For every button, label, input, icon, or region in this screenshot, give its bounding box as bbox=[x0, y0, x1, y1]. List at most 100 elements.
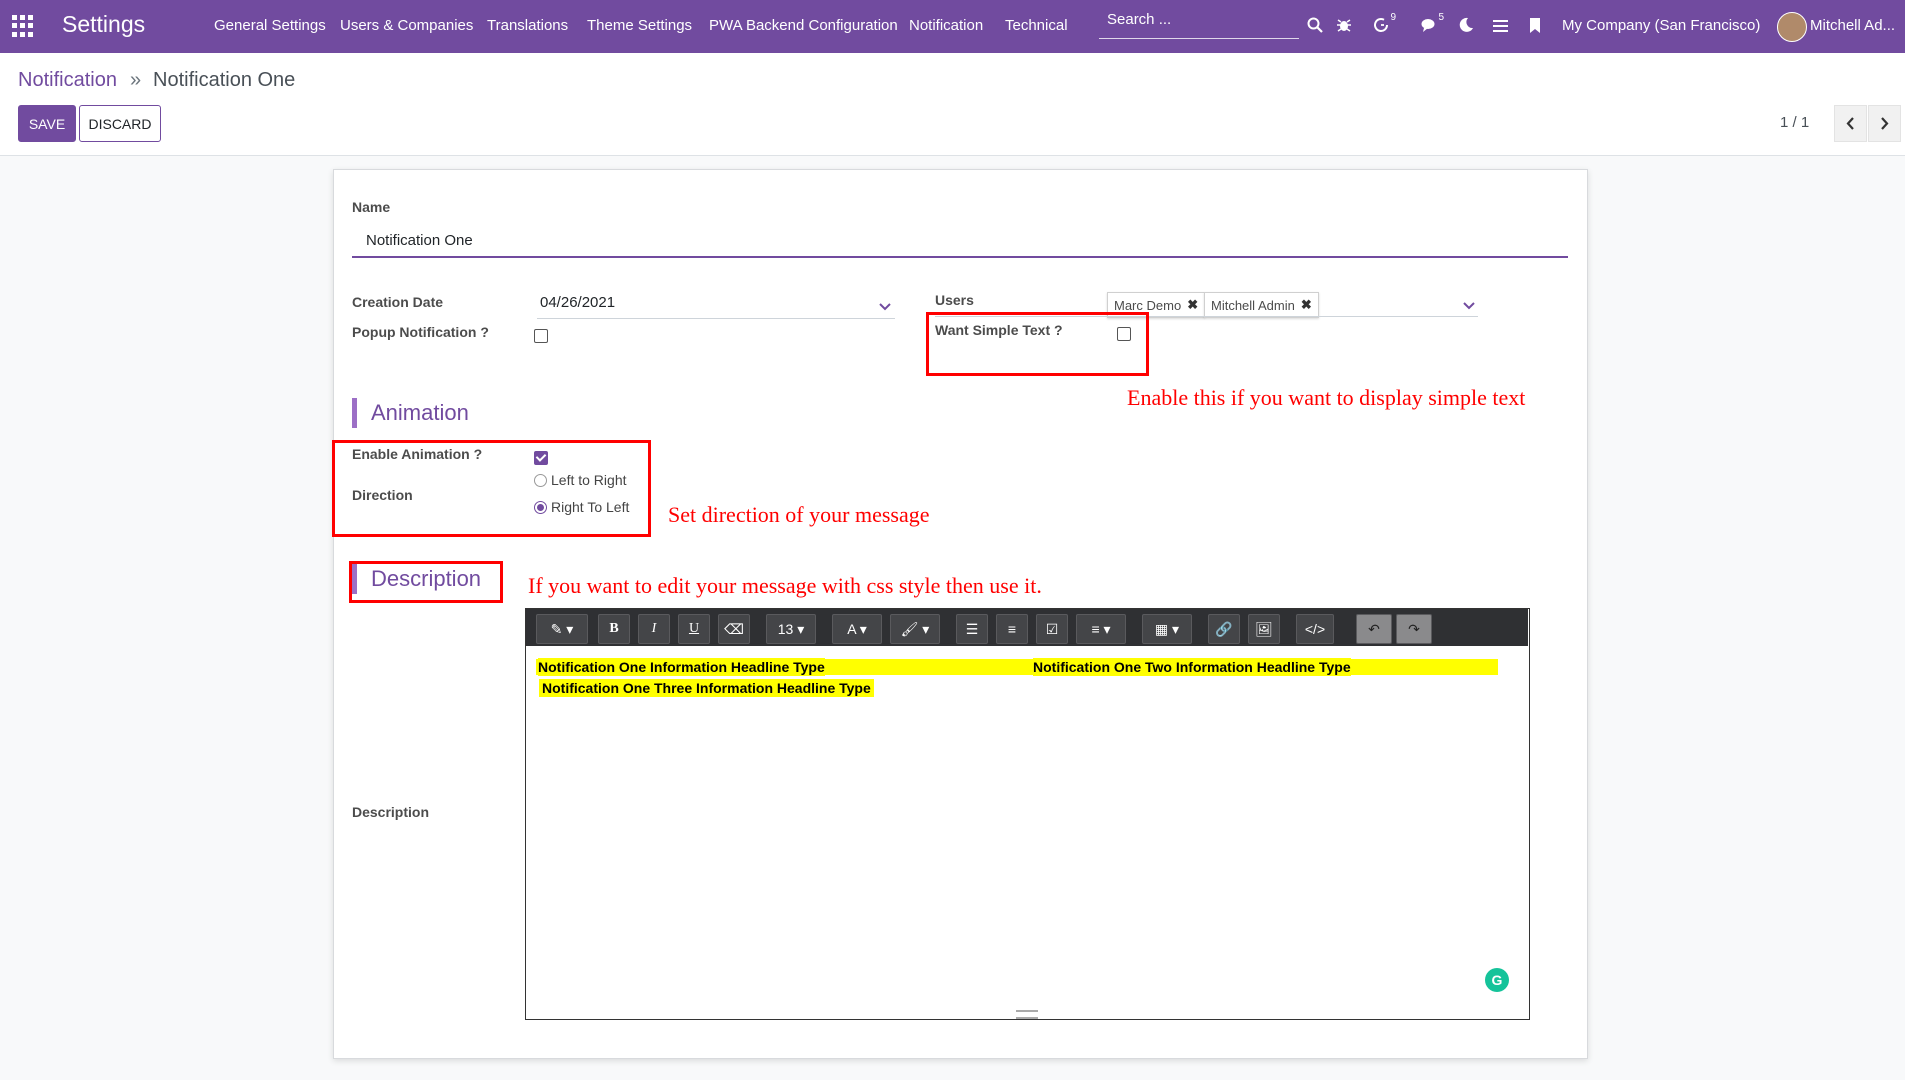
image-button[interactable]: 🖼 bbox=[1248, 614, 1280, 644]
pager-previous-button[interactable] bbox=[1834, 105, 1867, 142]
editor-content-line[interactable]: Notification One Information Headline Ty… bbox=[538, 658, 825, 676]
menu-translations[interactable]: Translations bbox=[487, 17, 568, 34]
code-icon: </> bbox=[1304, 621, 1326, 637]
name-field[interactable]: Notification One bbox=[366, 232, 473, 249]
remove-tag-icon[interactable]: ✖ bbox=[1301, 297, 1312, 313]
debug-bug-icon[interactable] bbox=[1334, 15, 1354, 35]
breadcrumb-separator: » bbox=[130, 69, 142, 91]
undo-icon: ↶ bbox=[1368, 620, 1380, 637]
animation-section-title: Animation bbox=[352, 398, 469, 428]
activity-clock-icon[interactable]: 9 bbox=[1371, 12, 1396, 35]
dark-mode-moon-icon[interactable] bbox=[1456, 15, 1476, 35]
redo-icon: ↷ bbox=[1408, 620, 1420, 637]
company-switcher[interactable]: My Company (San Francisco) bbox=[1562, 17, 1760, 34]
menu-pwa-backend-configuration[interactable]: PWA Backend Configuration bbox=[709, 17, 898, 34]
bookmark-icon[interactable] bbox=[1525, 15, 1545, 35]
menu-users-companies[interactable]: Users & Companies bbox=[340, 17, 473, 34]
paragraph-align-dropdown[interactable]: ≡ ▾ bbox=[1076, 614, 1126, 644]
bullet-list-icon: ☰ bbox=[965, 620, 979, 637]
app-title: Settings bbox=[62, 11, 146, 37]
save-button[interactable]: SAVE bbox=[18, 105, 76, 142]
chevron-left-icon bbox=[1846, 117, 1854, 130]
font-size-value: 13 bbox=[777, 621, 794, 637]
user-avatar[interactable] bbox=[1777, 12, 1807, 42]
creation-date-field[interactable]: 04/26/2021 bbox=[540, 294, 615, 311]
editor-content-line[interactable]: Notification One Two Information Headlin… bbox=[1033, 658, 1351, 676]
underline-button[interactable]: U bbox=[678, 614, 710, 644]
breadcrumb-parent[interactable]: Notification bbox=[18, 69, 117, 92]
apps-menu-icon[interactable] bbox=[12, 15, 34, 37]
font-size-dropdown[interactable]: 13 ▾ bbox=[766, 614, 816, 644]
creation-date-label: Creation Date bbox=[352, 294, 444, 310]
grammarly-icon[interactable]: G bbox=[1485, 968, 1509, 992]
redo-button[interactable]: ↷ bbox=[1396, 614, 1432, 644]
editor-content-line[interactable]: Notification One Three Information Headl… bbox=[539, 679, 874, 697]
magic-wand-icon: ✎ ▾ bbox=[550, 620, 574, 637]
name-field-underline bbox=[352, 256, 1568, 258]
italic-icon: I bbox=[651, 621, 657, 636]
messages-icon[interactable]: 5 bbox=[1419, 12, 1444, 35]
discard-button[interactable]: DISCARD bbox=[79, 105, 161, 142]
style-dropdown-button[interactable]: ✎ ▾ bbox=[536, 614, 588, 644]
users-dropdown-icon[interactable] bbox=[1463, 297, 1475, 315]
menu-theme-settings[interactable]: Theme Settings bbox=[587, 17, 692, 34]
numbered-list-icon: ≡ bbox=[1007, 621, 1017, 637]
description-annotation-box bbox=[349, 561, 503, 603]
unordered-list-button[interactable]: ☰ bbox=[956, 614, 988, 644]
font-color-icon: A ▾ bbox=[847, 620, 867, 637]
pager-next-button[interactable] bbox=[1868, 105, 1901, 142]
search-box bbox=[1099, 9, 1299, 39]
user-menu[interactable]: Mitchell Ad... bbox=[1810, 17, 1895, 34]
menu-technical[interactable]: Technical bbox=[1005, 17, 1068, 34]
simple-text-annotation-box bbox=[926, 312, 1149, 376]
menu-notification[interactable]: Notification bbox=[909, 17, 983, 34]
table-icon: ▦ ▾ bbox=[1154, 620, 1180, 637]
bold-button[interactable]: B bbox=[598, 614, 630, 644]
users-label: Users bbox=[935, 292, 974, 308]
undo-button[interactable]: ↶ bbox=[1356, 614, 1392, 644]
user-tag-mitchell-admin[interactable]: Mitchell Admin ✖ bbox=[1204, 292, 1319, 318]
user-tag-label: Mitchell Admin bbox=[1211, 297, 1295, 313]
editor-toolbar: ✎ ▾ B I U ⌫ 13 ▾ A ▾ 🖌 ▾ ☰ ≡ ☑ ≡ ▾ ▦ ▾ 🔗… bbox=[526, 609, 1528, 646]
list-menu-icon[interactable] bbox=[1490, 15, 1510, 35]
background-color-dropdown[interactable]: 🖌 ▾ bbox=[890, 614, 940, 644]
pager-value[interactable]: 1 / 1 bbox=[1780, 114, 1809, 131]
link-button[interactable]: 🔗 bbox=[1208, 614, 1240, 644]
italic-button[interactable]: I bbox=[638, 614, 670, 644]
animation-annotation-box bbox=[332, 440, 651, 537]
code-view-button[interactable]: </> bbox=[1296, 614, 1334, 644]
control-panel: Notification » Notification One SAVE DIS… bbox=[0, 53, 1905, 156]
search-input[interactable] bbox=[1099, 9, 1297, 28]
popup-notification-label: Popup Notification ? bbox=[352, 324, 489, 340]
popup-notification-checkbox[interactable] bbox=[534, 329, 548, 343]
name-label: Name bbox=[352, 199, 391, 215]
eraser-icon: ⌫ bbox=[724, 620, 744, 637]
paintbrush-icon: 🖌 ▾ bbox=[900, 620, 930, 637]
chevron-right-icon bbox=[1881, 117, 1889, 130]
description-label: Description bbox=[352, 804, 430, 820]
font-color-dropdown[interactable]: A ▾ bbox=[832, 614, 882, 644]
activity-count: 9 bbox=[1390, 12, 1396, 23]
menu-general-settings[interactable]: General Settings bbox=[214, 17, 326, 34]
remove-tag-icon[interactable]: ✖ bbox=[1187, 297, 1198, 313]
user-tag-label: Marc Demo bbox=[1114, 297, 1182, 313]
underline-icon: U bbox=[688, 621, 700, 636]
search-icon[interactable] bbox=[1305, 15, 1325, 35]
direction-annotation: Set direction of your message bbox=[668, 502, 930, 527]
table-dropdown[interactable]: ▦ ▾ bbox=[1142, 614, 1192, 644]
clear-format-button[interactable]: ⌫ bbox=[718, 614, 750, 644]
image-icon: 🖼 bbox=[1255, 620, 1273, 637]
editor-resize-handle[interactable] bbox=[1016, 1010, 1038, 1019]
link-icon: 🔗 bbox=[1215, 620, 1233, 637]
ordered-list-button[interactable]: ≡ bbox=[996, 614, 1028, 644]
simple-text-annotation: Enable this if you want to display simpl… bbox=[1127, 385, 1526, 410]
align-left-icon: ≡ ▾ bbox=[1091, 620, 1111, 637]
messages-count: 5 bbox=[1438, 12, 1444, 23]
top-navbar: Settings General Settings Users & Compan… bbox=[0, 0, 1905, 53]
checklist-button[interactable]: ☑ bbox=[1036, 614, 1068, 644]
description-annotation: If you want to edit your message with cs… bbox=[528, 573, 1042, 598]
breadcrumb-current: Notification One bbox=[153, 69, 296, 91]
checkbox-icon: ☑ bbox=[1045, 620, 1059, 637]
creation-date-dropdown-icon[interactable] bbox=[879, 298, 891, 316]
bold-icon: B bbox=[609, 621, 619, 636]
